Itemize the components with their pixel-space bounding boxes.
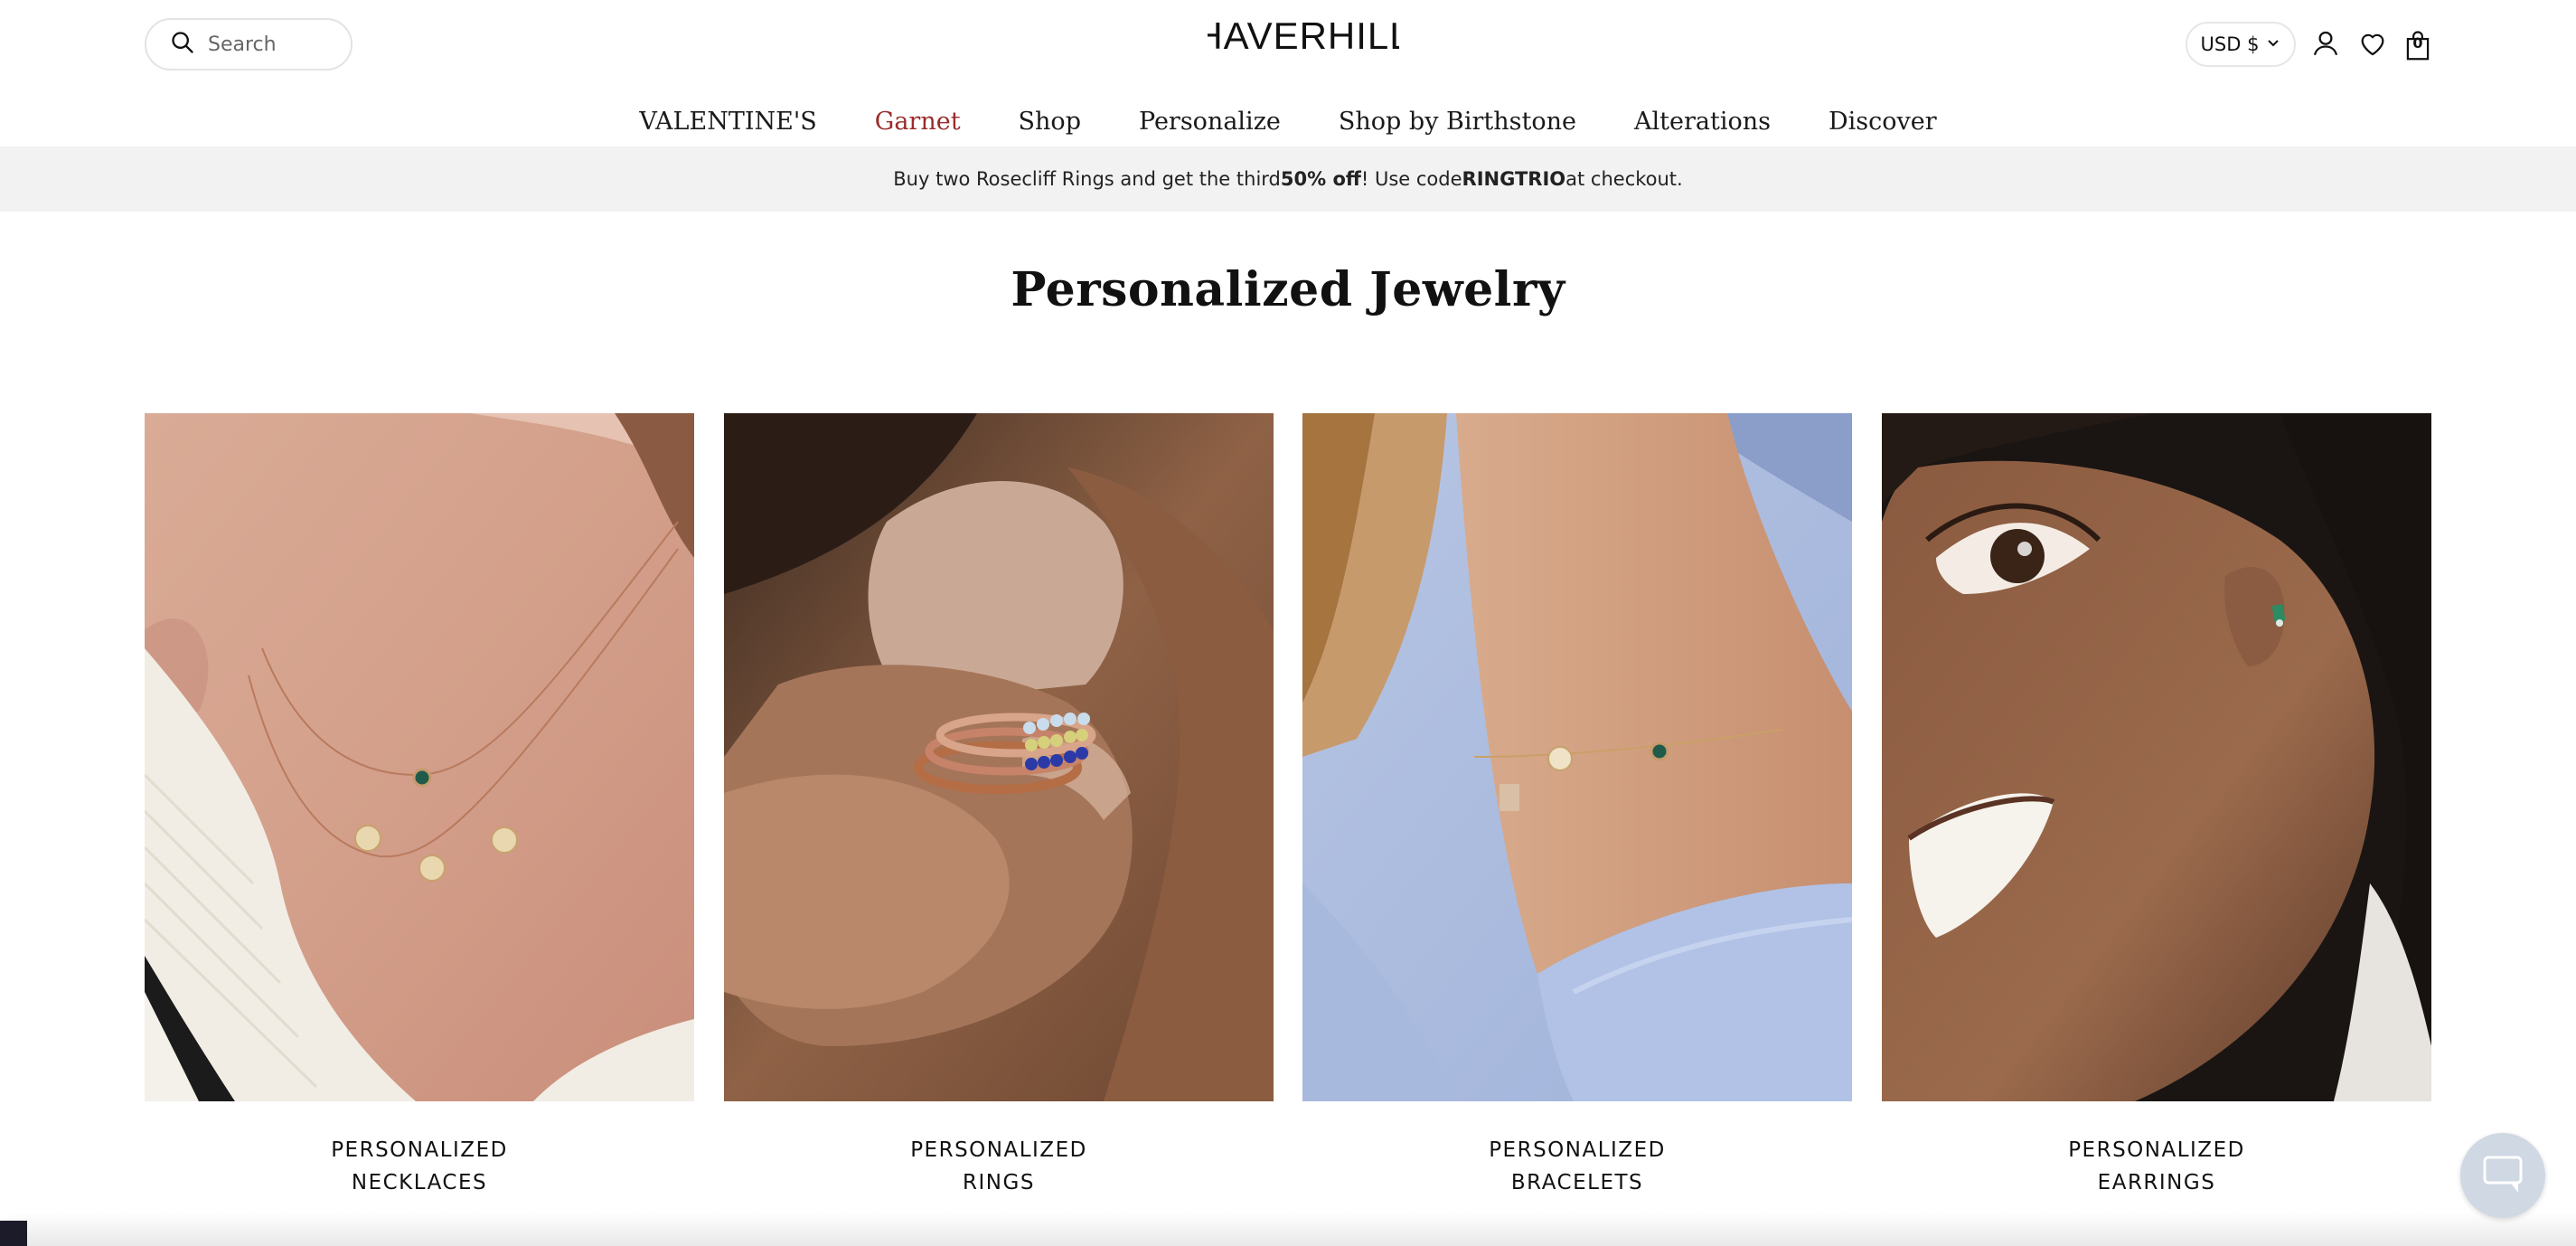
wishlist-button[interactable]: [2355, 27, 2390, 63]
bracelets-caption[interactable]: PERSONALIZED BRACELETS: [1302, 1134, 1852, 1199]
caption-line2: RINGS: [963, 1171, 1035, 1194]
brand-logo[interactable]: HAVERHILL: [1195, 13, 1410, 58]
nav-item-garnet[interactable]: Garnet: [846, 108, 990, 136]
necklaces-caption[interactable]: PERSONALIZED NECKLACES: [145, 1134, 694, 1199]
heart-icon: [2357, 28, 2388, 63]
category-card-earrings[interactable]: PERSONALIZED EARRINGS: [1882, 413, 2431, 1200]
caption-line1: PERSONALIZED: [2068, 1138, 2245, 1162]
bracelets-image[interactable]: [1302, 413, 1852, 1101]
account-button[interactable]: [2308, 27, 2343, 63]
chat-button[interactable]: [2460, 1133, 2545, 1218]
nav-item-valentines[interactable]: VALENTINE'S: [610, 108, 845, 136]
site-header: Search HAVERHILL USD $ 0 VALENTINE'S Gar…: [0, 0, 2576, 146]
bottom-fade: [0, 1212, 2576, 1246]
promo-banner[interactable]: Buy two Rosecliff Rings and get the thir…: [0, 146, 2576, 212]
svg-text:HAVERHILL: HAVERHILL: [1208, 14, 1399, 57]
caption-line2: BRACELETS: [1510, 1171, 1644, 1194]
nav-item-personalize[interactable]: Personalize: [1110, 108, 1310, 136]
page-title: Personalized Jewelry: [1011, 262, 1565, 317]
necklaces-image[interactable]: [145, 413, 694, 1101]
category-card-necklaces[interactable]: PERSONALIZED NECKLACES: [145, 413, 694, 1200]
chevron-down-icon: [2259, 33, 2280, 55]
promo-text-suffix: at checkout.: [1565, 168, 1683, 190]
category-card-bracelets[interactable]: PERSONALIZED BRACELETS: [1302, 413, 1852, 1200]
caption-line1: PERSONALIZED: [331, 1138, 508, 1162]
promo-code: RINGTRIO: [1462, 168, 1566, 190]
window-corner: [0, 1221, 27, 1246]
cart-button[interactable]: 0: [2401, 27, 2435, 63]
promo-text-middle: ! Use code: [1360, 168, 1462, 190]
caption-line2: EARRINGS: [2097, 1171, 2216, 1194]
nav-item-shop-by-birthstone[interactable]: Shop by Birthstone: [1310, 108, 1605, 136]
nav-item-discover[interactable]: Discover: [1800, 108, 1966, 136]
earrings-image[interactable]: [1882, 413, 2431, 1101]
cart-count: 0: [2412, 34, 2423, 52]
search-icon: [170, 30, 195, 60]
bag-icon: 0: [2401, 27, 2435, 63]
rings-caption[interactable]: PERSONALIZED RINGS: [724, 1134, 1274, 1199]
caption-line1: PERSONALIZED: [1489, 1138, 1666, 1162]
earrings-caption[interactable]: PERSONALIZED EARRINGS: [1882, 1134, 2431, 1199]
currency-selector[interactable]: USD $: [2186, 22, 2296, 67]
nav-item-shop[interactable]: Shop: [990, 108, 1110, 136]
rings-image[interactable]: [724, 413, 1274, 1101]
chat-icon: [2481, 1154, 2524, 1198]
promo-text-prefix: Buy two Rosecliff Rings and get the thir…: [893, 168, 1281, 190]
search-input[interactable]: Search: [145, 18, 353, 71]
nav-item-alterations[interactable]: Alterations: [1605, 108, 1800, 136]
search-placeholder: Search: [208, 33, 277, 56]
caption-line1: PERSONALIZED: [910, 1138, 1087, 1162]
category-card-rings[interactable]: PERSONALIZED RINGS: [724, 413, 1274, 1200]
caption-line2: NECKLACES: [351, 1171, 488, 1194]
currency-label: USD $: [2200, 33, 2260, 55]
promo-discount: 50% off: [1280, 168, 1361, 190]
account-icon: [2310, 28, 2341, 63]
main-nav: VALENTINE'S Garnet Shop Personalize Shop…: [0, 98, 2576, 145]
